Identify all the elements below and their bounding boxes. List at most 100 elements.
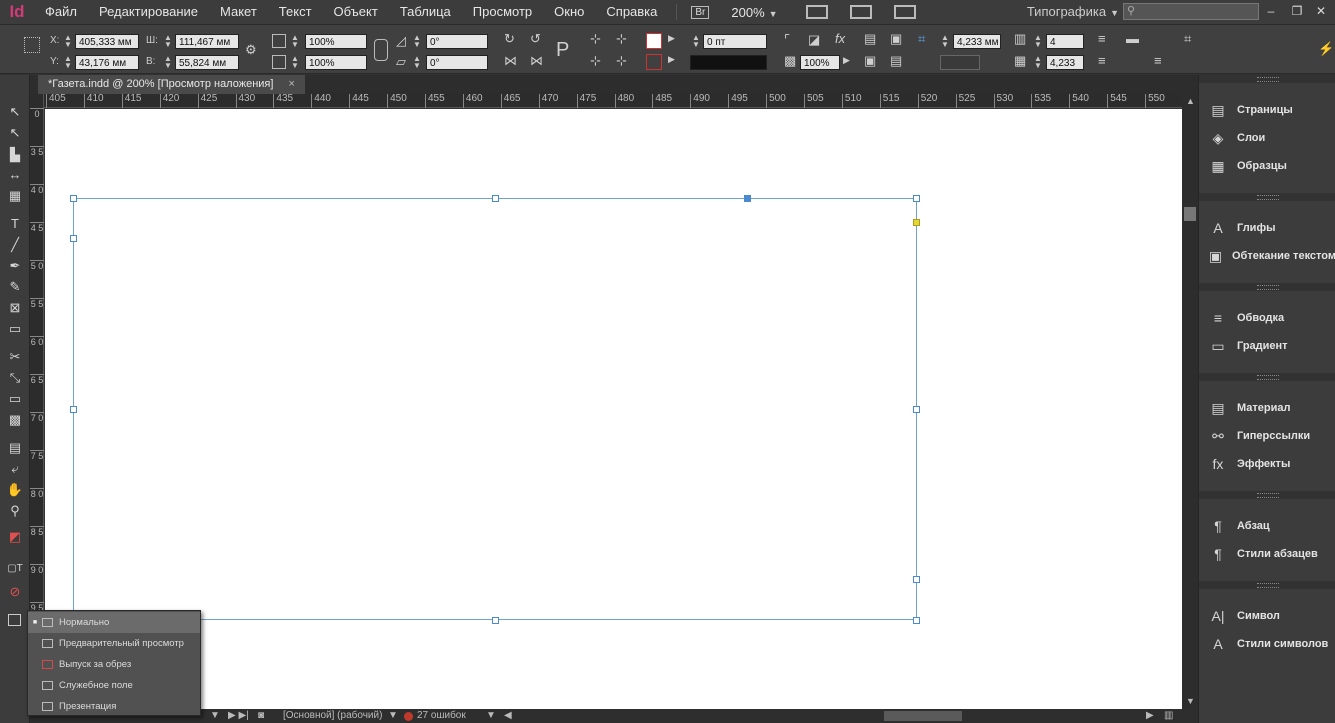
gap-tool-icon[interactable]: ↔ [5, 166, 25, 184]
align-bottom-icon[interactable]: ▬ [1126, 31, 1139, 46]
scale-x-field[interactable]: 100% [305, 34, 367, 49]
frame-out-port[interactable] [913, 576, 920, 583]
fill-dropdown-icon[interactable]: ▶ [668, 33, 675, 44]
close-window-button[interactable]: ✕ [1311, 2, 1331, 20]
x-field[interactable]: 405,333 мм [75, 34, 139, 49]
zoom-level-dropdown[interactable]: 200% ▼ [715, 5, 783, 20]
stroke-weight-spinner[interactable]: ▲ ▼ [691, 34, 701, 49]
y-field[interactable]: 43,176 мм [75, 55, 139, 70]
shear-field[interactable]: 0° [426, 55, 488, 70]
constrain-proportions-icon[interactable]: ⚙ [245, 42, 257, 58]
offset-spinner[interactable]: ▲ ▼ [940, 34, 950, 49]
panel-text-wrap[interactable]: ▣ Обтекание текстом [1199, 242, 1335, 270]
content-collector-icon[interactable]: ▦ [5, 187, 25, 205]
frame-handle-left[interactable] [70, 406, 77, 413]
gradient-swatch-tool-icon[interactable]: ▭ [5, 390, 25, 408]
align-top-icon[interactable]: ≡ [1098, 31, 1106, 46]
preflight-profile[interactable]: [Основной] (рабочий) [283, 710, 382, 722]
errors-dropdown-icon[interactable]: ▼ [486, 710, 496, 722]
opacity-dropdown-icon[interactable]: ▶ [843, 55, 850, 66]
gutter-field[interactable]: 4,233 мм [1046, 55, 1084, 84]
height-field[interactable]: 55,824 мм [175, 55, 239, 70]
columns-field[interactable]: 4 [1046, 34, 1084, 49]
rectangle-frame-tool-icon[interactable]: ⊠ [5, 299, 25, 317]
selection-tool-icon[interactable]: ↖ [5, 103, 25, 121]
rotate-spinner[interactable]: ▲ ▼ [412, 34, 422, 49]
menu-view[interactable]: Просмотр [462, 0, 543, 24]
corner-options-handle[interactable] [913, 219, 920, 226]
select-content-icon[interactable]: ⊹ [590, 53, 601, 69]
preflight-dropdown-icon[interactable]: ▼ [388, 710, 398, 722]
link-icon[interactable] [374, 39, 388, 61]
select-previous-icon[interactable]: ⊹ [616, 53, 627, 69]
panel-hyperlinks[interactable]: ⚯ Гиперссылки [1199, 422, 1335, 450]
panel-group-grip[interactable] [1199, 283, 1335, 291]
stroke-weight-field[interactable]: 0 пт [703, 34, 767, 49]
flip-vertical-icon[interactable]: ⋈ [530, 53, 543, 69]
pencil-tool-icon[interactable]: ✎ [5, 278, 25, 296]
direct-selection-tool-icon[interactable]: ↖ [5, 124, 25, 142]
fill-stroke-swatch-icon[interactable]: ◩ [5, 528, 25, 546]
rectangle-tool-icon[interactable]: ▭ [5, 320, 25, 338]
restore-button[interactable]: ❐ [1287, 2, 1307, 20]
scroll-left-icon[interactable]: ◀ [504, 710, 512, 722]
fill-frame-icon[interactable]: ⌗ [918, 31, 925, 47]
width-spinner[interactable]: ▲ ▼ [163, 34, 173, 49]
open-page-icon[interactable]: ◙ [258, 710, 264, 722]
document-tab[interactable]: *Газета.indd @ 200% [Просмотр наложения]… [38, 75, 305, 94]
center-content-icon[interactable]: ▤ [890, 53, 902, 69]
select-next-icon[interactable]: ⊹ [616, 31, 627, 47]
fit-content-icon[interactable]: ▣ [864, 53, 876, 69]
scale-y-field[interactable]: 100% [305, 55, 367, 70]
opacity-field[interactable]: 100% [800, 55, 840, 70]
rotate-field[interactable]: 0° [426, 34, 488, 49]
apply-none-icon[interactable]: ⊘ [5, 583, 25, 601]
type-tool-icon[interactable]: T [5, 215, 25, 233]
preflight-errors[interactable]: 27 ошибок [417, 710, 466, 722]
offset-field[interactable]: 4,233 мм [953, 34, 1001, 49]
rotate-ccw-icon[interactable]: ↺ [530, 31, 541, 47]
corner-options-icon[interactable]: ⌜ [784, 32, 790, 48]
fit-frame-icon[interactable]: ▣ [890, 31, 902, 47]
screen-mode-option[interactable]: Презентация [28, 696, 200, 717]
panel-glyphs[interactable]: A Глифы [1199, 214, 1335, 242]
scissors-tool-icon[interactable]: ✂ [5, 348, 25, 366]
menu-edit[interactable]: Редактирование [88, 0, 209, 24]
menu-help[interactable]: Справка [595, 0, 668, 24]
columns-spinner[interactable]: ▲ ▼ [1033, 34, 1043, 49]
rotate-cw-icon[interactable]: ↻ [504, 31, 515, 47]
text-frame-options-icon[interactable]: ▤ [864, 31, 876, 47]
selected-text-frame[interactable] [73, 198, 917, 620]
frame-in-port[interactable] [744, 195, 751, 202]
frame-handle-top[interactable] [492, 195, 499, 202]
view-options-icon[interactable] [805, 5, 828, 19]
panel-stroke[interactable]: ≡ Обводка [1199, 304, 1335, 332]
panel-group-grip[interactable] [1199, 75, 1335, 83]
next-page-icon[interactable]: ▶ ▶| [228, 710, 249, 722]
menu-layout[interactable]: Макет [209, 0, 268, 24]
panel-effects[interactable]: fx Эффекты [1199, 450, 1335, 478]
minimize-button[interactable]: – [1261, 2, 1281, 20]
frame-handle-top-right[interactable] [913, 195, 920, 202]
scale-x-spinner[interactable]: ▲ ▼ [290, 34, 300, 49]
panel-gradient[interactable]: ▭ Градиент [1199, 332, 1335, 360]
arrange-documents-icon[interactable] [893, 5, 916, 19]
page-nav-down-icon[interactable]: ▼ [210, 710, 220, 722]
search-input[interactable]: ⚲ [1123, 3, 1259, 20]
panel-group-grip[interactable] [1199, 581, 1335, 589]
lightning-icon[interactable]: ⚡ [1318, 41, 1334, 57]
stroke-none-icon[interactable] [646, 54, 662, 70]
scroll-up-icon[interactable]: ▲ [1186, 96, 1195, 106]
hand-tool-icon[interactable]: ✋ [5, 481, 25, 499]
stroke-dropdown-icon[interactable]: ▶ [668, 54, 675, 65]
gutter-spinner[interactable]: ▲ ▼ [1033, 55, 1043, 70]
frame-in-port-left[interactable] [70, 235, 77, 242]
page-tool-icon[interactable]: ▙ [5, 146, 25, 164]
panel-character[interactable]: A| Символ [1199, 602, 1335, 630]
frame-handle-bottom[interactable] [492, 617, 499, 624]
panel-character-styles[interactable]: A Стили символов [1199, 630, 1335, 658]
y-spinner[interactable]: ▲ ▼ [63, 55, 73, 70]
scroll-down-icon[interactable]: ▼ [1186, 696, 1195, 706]
menu-type[interactable]: Текст [268, 0, 323, 24]
panel-pages[interactable]: ▤ Страницы [1199, 96, 1335, 124]
